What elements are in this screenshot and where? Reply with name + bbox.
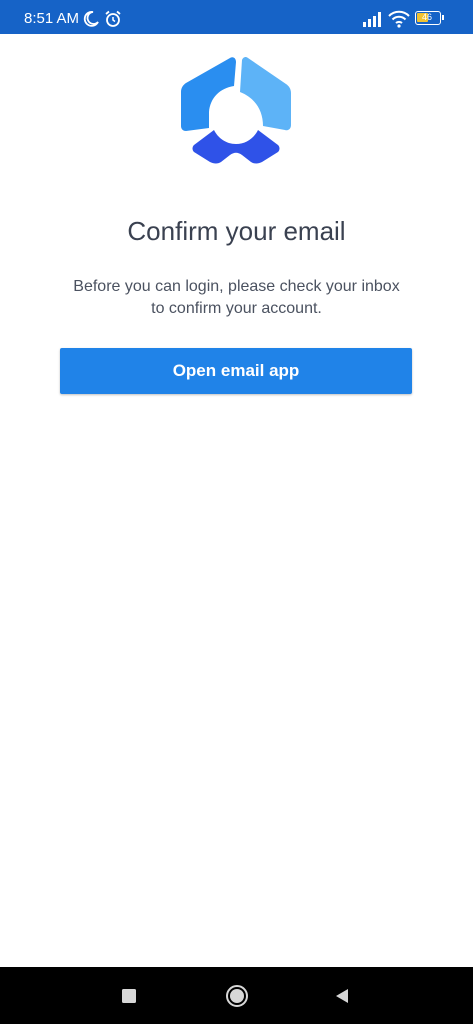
- description-line-2: to confirm your account.: [151, 300, 322, 317]
- app-logo-icon: [181, 56, 291, 164]
- description-line-1: Before you can login, please check your …: [73, 278, 400, 295]
- status-time: 8:51 AM: [24, 10, 80, 27]
- confirm-description: Before you can login, please check your …: [50, 276, 423, 320]
- back-triangle-icon: [336, 988, 348, 1003]
- status-bar: 8:51 AM 46: [0, 0, 473, 34]
- open-email-app-button[interactable]: Open email app: [60, 348, 412, 394]
- recents-square-icon: [122, 988, 136, 1003]
- confirm-email-screen: 8:51 AM 46 Confirm your email Before you…: [0, 0, 473, 1024]
- system-navigation-bar: [0, 967, 473, 1024]
- moon-icon: [83, 11, 99, 27]
- battery-icon: 46: [415, 11, 444, 25]
- page-title: Confirm your email: [127, 216, 346, 246]
- home-circle-icon: [226, 984, 248, 1007]
- recents-button[interactable]: [99, 967, 159, 1024]
- battery-level: 46: [422, 12, 433, 22]
- alarm-icon: [105, 10, 121, 27]
- back-button[interactable]: [312, 967, 372, 1024]
- home-button[interactable]: [207, 967, 267, 1024]
- signal-icon: [363, 12, 381, 27]
- wifi-icon: [388, 10, 410, 28]
